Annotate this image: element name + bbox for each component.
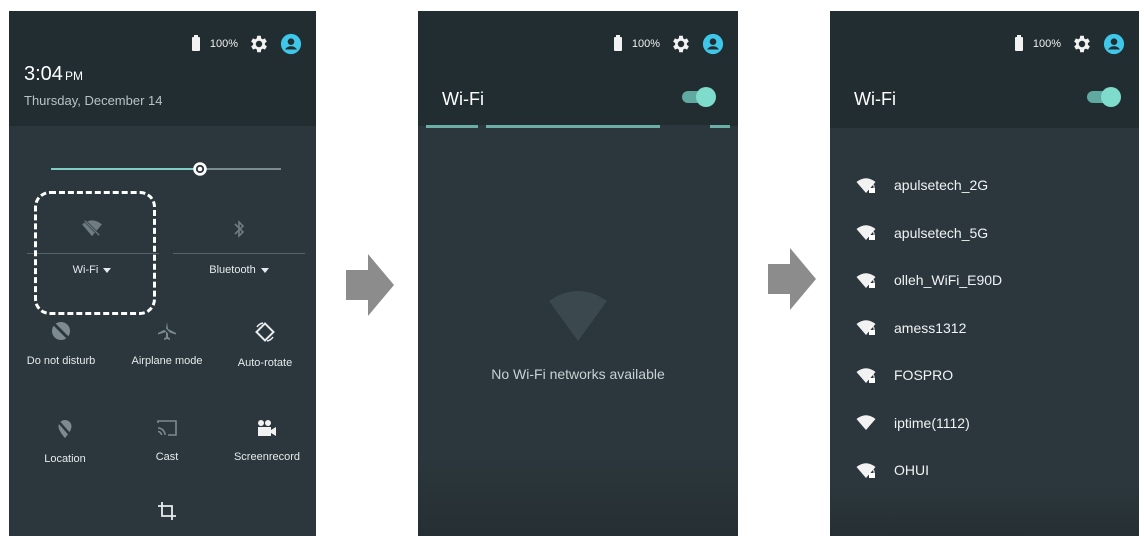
battery-icon — [1014, 35, 1023, 51]
clock-ampm: PM — [64, 69, 83, 83]
wifi-toggle[interactable] — [1085, 87, 1121, 107]
tile-bluetooth-label: Bluetooth — [184, 264, 294, 276]
tile-auto-rotate[interactable]: Auto-rotate — [215, 321, 315, 369]
network-name: OHUI — [894, 462, 929, 478]
bluetooth-off-icon — [234, 220, 245, 238]
tile-label: Cast — [155, 451, 179, 463]
tile-label: Airplane mode — [131, 355, 203, 367]
battery-icon — [613, 35, 622, 51]
wifi-icon — [856, 415, 876, 430]
scan-progress-bar — [426, 125, 730, 128]
wifi-lock-icon — [856, 320, 876, 335]
brightness-fill — [51, 168, 203, 170]
progress-gap — [660, 125, 710, 128]
gear-icon[interactable] — [1071, 33, 1093, 55]
empty-state-message: No Wi-Fi networks available — [491, 366, 665, 382]
highlight-box — [34, 191, 156, 315]
wifi-lock-icon — [856, 225, 876, 240]
network-list-item[interactable]: apulsetech_2G — [856, 173, 988, 197]
auto-rotate-icon — [255, 322, 275, 342]
wifi-lock-icon — [856, 177, 876, 193]
wifi-lock-icon — [856, 367, 876, 383]
user-avatar-icon[interactable] — [1103, 33, 1125, 55]
page-title: Wi-Fi — [442, 89, 484, 109]
arrow-right-icon — [346, 254, 394, 316]
gear-icon[interactable] — [248, 33, 270, 55]
network-name: apulsetech_5G — [894, 224, 989, 241]
clock-time: 3:04 — [24, 63, 63, 85]
network-list-item[interactable]: olleh_WiFi_E90D — [856, 268, 1002, 292]
do-not-disturb-icon — [52, 322, 70, 340]
quick-settings-panel: 100% 3:04 PM Thursday, December 14 Wi-Fi … — [9, 11, 316, 536]
wifi-toggle[interactable] — [680, 87, 716, 107]
tile-label: Screenrecord — [233, 451, 301, 463]
location-off-icon — [57, 420, 73, 438]
clock[interactable]: 3:04 PM — [24, 63, 83, 86]
network-name: amess1312 — [894, 319, 967, 336]
tile-screenrecord[interactable]: Screenrecord — [217, 419, 316, 463]
bottom-fade — [830, 486, 1139, 536]
tile-cast[interactable]: Cast — [117, 419, 217, 463]
brightness-thumb-icon[interactable] — [191, 160, 209, 178]
network-list-item[interactable]: iptime(1112) — [856, 411, 970, 435]
toggle-knob — [1101, 87, 1121, 107]
tile-label: Do not disturb — [26, 355, 96, 367]
screenrecord-icon — [258, 420, 276, 436]
tile-do-not-disturb[interactable]: Do not disturb — [11, 321, 111, 367]
progress-gap — [478, 125, 486, 128]
airplane-icon — [158, 322, 176, 340]
brightness-slider[interactable] — [51, 168, 281, 170]
wifi-lock-icon — [856, 272, 876, 288]
battery-percent: 100% — [209, 38, 238, 50]
status-bar: 100% — [1014, 33, 1125, 55]
network-list-item[interactable]: apulsetech_5G — [856, 221, 988, 245]
app-bar — [830, 11, 1139, 128]
user-avatar-icon[interactable] — [280, 33, 302, 55]
tile-label: Location — [44, 453, 86, 465]
wifi-lock-icon — [856, 462, 876, 478]
chevron-down-icon[interactable] — [260, 267, 269, 273]
cast-icon — [157, 420, 177, 436]
gear-icon[interactable] — [670, 33, 692, 55]
arrow-right-icon — [768, 248, 816, 310]
battery-percent: 100% — [631, 38, 660, 50]
divider — [173, 253, 305, 254]
network-name: olleh_WiFi_E90D — [894, 272, 1003, 288]
wifi-screen-empty: 100% Wi-Fi No Wi-Fi networks available — [418, 11, 738, 536]
tile-crop[interactable] — [117, 501, 217, 521]
toggle-knob — [696, 87, 716, 107]
page-title: Wi-Fi — [854, 89, 896, 109]
network-name: FOSPRO — [894, 367, 954, 383]
wifi-empty-icon — [549, 291, 607, 341]
tile-label: Auto-rotate — [237, 357, 293, 369]
network-list-item[interactable]: FOSPRO — [856, 363, 953, 387]
network-list-item[interactable]: amess1312 — [856, 316, 966, 340]
wifi-screen-networks: 100% Wi-Fi apulsetech_2G apulsetech_5Goll… — [830, 11, 1139, 536]
crop-icon — [158, 502, 176, 520]
battery-percent: 100% — [1032, 38, 1061, 50]
bottom-fade — [418, 456, 738, 536]
network-list-item[interactable]: OHUI — [856, 458, 929, 482]
status-bar: 100% — [613, 33, 724, 55]
network-name: iptime(1112) — [894, 414, 970, 431]
date-label: Thursday, December 14 — [24, 93, 163, 108]
status-bar: 100% — [191, 33, 302, 55]
tile-airplane-mode[interactable]: Airplane mode — [117, 321, 217, 367]
tile-bluetooth[interactable]: Bluetooth — [184, 219, 294, 276]
network-name: apulsetech_2G — [894, 177, 989, 193]
battery-charging-icon — [191, 35, 200, 51]
tile-location[interactable]: Location — [15, 419, 115, 465]
user-avatar-icon[interactable] — [702, 33, 724, 55]
